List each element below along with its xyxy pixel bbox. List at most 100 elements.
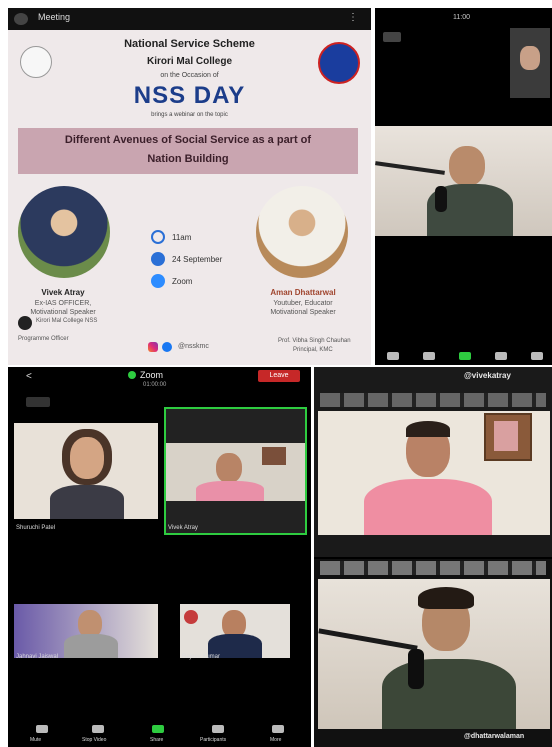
college-logo [318,42,360,84]
participant-tile[interactable] [14,604,158,658]
leave-button[interactable]: Leave [258,370,300,382]
toolbar-label: Share [150,737,164,743]
security-icon[interactable] [128,371,136,379]
speaker-video [318,411,550,535]
speaker-left-photo [18,186,110,278]
participant-label: Jahnavi Jaiswal [16,654,59,660]
toolbar-label: Mute [30,737,42,743]
self-view-tile [510,28,550,98]
clock-icon [151,230,165,244]
more-icon[interactable] [531,352,543,360]
participant-video [166,443,305,501]
topic-line-2: Nation Building [147,153,229,165]
event-platform: Zoom [172,277,193,286]
app-name[interactable]: Zoom [140,370,163,380]
calendar-icon [151,252,165,266]
toolbar-label: Participants [200,737,227,743]
microphone-icon [408,649,424,689]
participant-label: Shuruchi Patel [16,525,56,531]
participant-tile[interactable] [180,604,290,658]
zoom-gallery-screen: < Zoom 01:00:00 Leave Shuruchi Patel Viv… [8,367,311,747]
speaker-view-top: @vivekatray [314,367,552,557]
share-icon[interactable] [459,352,471,360]
mute-icon[interactable] [387,352,399,360]
speaker-body [382,659,516,729]
participant-face [70,437,104,479]
participant-face [216,453,242,483]
footer-right-2: Principal, KMC [293,347,333,353]
toolbar-label: Stop Video [82,737,107,743]
wall-frame [262,447,286,465]
status-time: 11:00 [453,14,470,21]
speaker-right-role-2: Motivational Speaker [270,309,336,316]
mic-arm [318,628,418,651]
college-name: Kirori Mal College [146,56,232,67]
avatar-icon [14,13,28,25]
topic-band: Different Avenues of Social Service as a… [18,128,358,174]
share-icon[interactable] [152,725,164,733]
participants-icon[interactable] [212,725,224,733]
wall-badge [184,610,198,624]
self-view-person [520,46,540,70]
toolbar-label: More [270,737,282,743]
mic-arm [375,161,445,175]
speaker-video [318,579,550,729]
meeting-timer: 01:00:00 [143,382,167,388]
speaker-left-role-2: Motivational Speaker [30,309,96,316]
back-button[interactable] [383,32,401,42]
event-poster: Meeting ⋮ National Service Scheme Kirori… [8,8,371,365]
speaker-views: @vivekatray @dhattarwalaman [314,367,552,747]
speaker-right-name: Aman Dhattarwal [270,288,336,297]
instagram-icon [148,342,158,352]
social-handle: @nsskmc [178,343,209,350]
participant-body [196,481,264,501]
occasion-text: on the Occasion of [160,72,219,79]
participant-label: Rajeev Kumar [182,654,221,660]
participant-body [50,485,124,519]
more-icon[interactable] [272,725,284,733]
camera-switch-button[interactable] [26,397,50,407]
footer-left-2: Programme Officer [18,336,69,342]
topic-line-1: Different Avenues of Social Service as a… [64,134,312,146]
speaker-head [449,146,485,186]
org-name: National Service Scheme [124,38,255,50]
participant-label: Vivek Atray [168,525,198,531]
portrait-inner [494,421,518,451]
participant-tile[interactable] [14,423,158,519]
thumbnail-strip[interactable] [320,393,546,407]
event-time: 11am [172,233,192,242]
nss-badge-icon [18,316,32,330]
more-icon[interactable]: ⋮ [348,12,358,23]
speaker-left-role-1: Ex-IAS OFFICER, [34,300,92,307]
facebook-icon [162,342,172,352]
speaker-view-bottom: @dhattarwalaman [314,559,552,747]
zoom-screen-top-right: 11:00 [375,8,552,365]
video-icon[interactable] [92,725,104,733]
thumbnail-strip[interactable] [320,561,546,575]
speaker-hair [406,421,450,437]
event-title: NSS DAY [133,82,246,109]
tagline: brings a webinar on the topic [151,112,228,118]
participant-body [64,634,118,658]
speaker-hair [418,587,474,609]
zoom-icon [151,274,165,288]
microphone-icon [435,186,447,212]
mute-icon[interactable] [36,725,48,733]
app-bar-title: Meeting [38,12,71,22]
poster-app-bar: Meeting ⋮ [8,8,371,30]
speaker-handle: @dhattarwalaman [464,733,525,740]
active-speaker-tile[interactable] [164,407,307,535]
participants-icon[interactable] [495,352,507,360]
speaker-right-role-1: Youtuber, Educator [273,300,333,307]
meeting-toolbar: Mute Stop Video Share Participants More [8,723,311,747]
speaker-body [364,479,492,535]
nss-logo [20,46,52,78]
event-date: 24 September [172,255,223,264]
footer-right-1: Prof. Vibha Singh Chauhan [278,338,351,344]
wall-portrait [484,413,532,461]
speaker-handle: @vivekatray [464,371,511,380]
footer-left-1: Kirori Mal College NSS [36,318,98,324]
back-button[interactable]: < [26,371,32,382]
video-icon[interactable] [423,352,435,360]
speaker-video [375,126,552,236]
